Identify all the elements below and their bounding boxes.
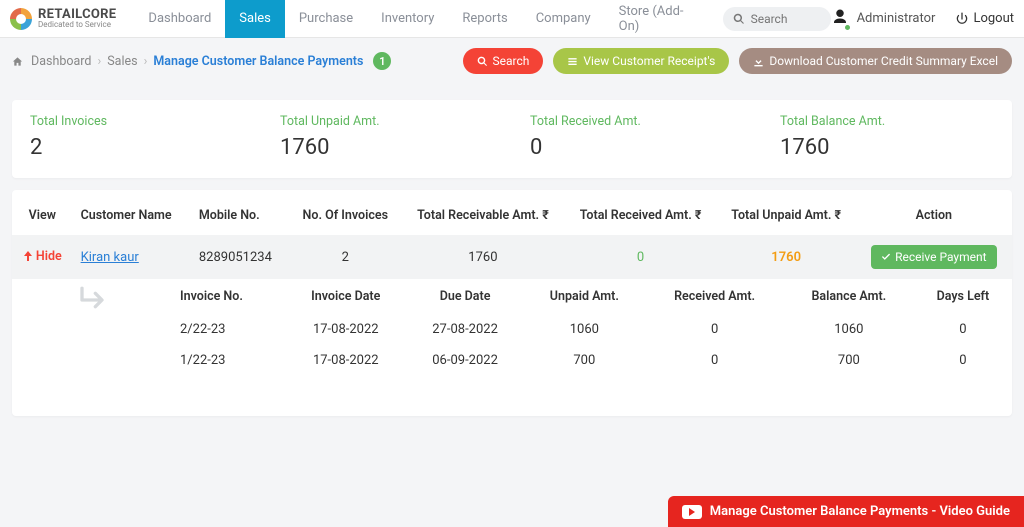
customer-table: View Customer Name Mobile No. No. Of Inv… — [12, 196, 1012, 376]
crumb-badge: 1 — [373, 52, 391, 70]
cell-invoices: 2 — [289, 235, 401, 279]
logo-icon — [10, 8, 32, 30]
view-receipts-button[interactable]: View Customer Receipt's — [553, 48, 729, 74]
main-nav: Dashboard Sales Purchase Inventory Repor… — [134, 0, 714, 38]
nav-inventory[interactable]: Inventory — [367, 0, 448, 38]
search-button[interactable]: Search — [463, 48, 544, 74]
summary-value: 1760 — [780, 135, 994, 160]
summary-label: Total Unpaid Amt. — [280, 114, 494, 129]
dcol-received: Received Amt. — [645, 279, 784, 314]
crumb-current: Manage Customer Balance Payments — [153, 54, 363, 69]
cell-unpaid: 1760 — [717, 235, 856, 279]
cell-receivable: 1760 — [401, 235, 564, 279]
dcol-unpaid: Unpaid Amt. — [523, 279, 645, 314]
crumb-sales[interactable]: Sales — [107, 54, 137, 69]
download-excel-button[interactable]: Download Customer Credit Summary Excel — [739, 48, 1012, 74]
home-icon — [12, 56, 23, 67]
video-guide-button[interactable]: Manage Customer Balance Payments - Video… — [668, 496, 1024, 527]
crumb-home[interactable]: Dashboard — [31, 54, 91, 69]
summary-label: Total Invoices — [30, 114, 244, 129]
user-icon — [831, 8, 849, 30]
power-icon — [955, 12, 969, 26]
check-icon — [881, 252, 891, 262]
dcol-duedate: Due Date — [407, 279, 524, 314]
cell-mobile: 8289051234 — [191, 235, 289, 279]
nav-company[interactable]: Company — [522, 0, 605, 38]
summary-label: Total Received Amt. — [530, 114, 744, 129]
col-customer: Customer Name — [73, 196, 191, 235]
summary-value: 2 — [30, 135, 244, 160]
brand-tagline: Dedicated to Service — [38, 21, 116, 29]
col-view: View — [12, 196, 73, 235]
dcol-daysleft: Days Left — [914, 279, 1012, 314]
global-search[interactable] — [723, 7, 831, 31]
search-icon — [733, 13, 745, 25]
summary-card: Total Invoices 2 Total Unpaid Amt. 1760 To… — [12, 100, 1012, 178]
summary-label: Total Balance Amt. — [780, 114, 994, 129]
logout-button[interactable]: Logout — [955, 11, 1014, 26]
col-receivable: Total Receivable Amt. ₹ — [401, 196, 564, 235]
col-unpaid: Total Unpaid Amt. ₹ — [717, 196, 856, 235]
nav-reports[interactable]: Reports — [448, 0, 521, 38]
account-name: Administrator — [857, 11, 936, 26]
brand-logo[interactable]: RETAILCORE Dedicated to Service — [10, 8, 116, 30]
customer-link[interactable]: Kiran kaur — [81, 250, 139, 265]
account-menu[interactable]: Administrator — [831, 8, 936, 30]
table-row: Hide Kiran kaur 8289051234 2 1760 0 1760… — [12, 235, 1012, 279]
receive-payment-button[interactable]: Receive Payment — [871, 245, 996, 269]
youtube-icon — [682, 505, 702, 519]
summary-value: 0 — [530, 135, 744, 160]
nav-sales[interactable]: Sales — [225, 0, 285, 38]
nav-dashboard[interactable]: Dashboard — [134, 0, 225, 38]
summary-value: 1760 — [280, 135, 494, 160]
crumb-action-row: Dashboard › Sales › Manage Customer Bala… — [0, 38, 1024, 84]
dcol-balance: Balance Amt. — [784, 279, 914, 314]
search-input[interactable] — [751, 12, 821, 26]
dcol-invoice: Invoice No. — [172, 279, 285, 314]
search-icon — [477, 56, 488, 67]
nav-purchase[interactable]: Purchase — [285, 0, 367, 38]
child-arrow-icon — [75, 285, 109, 315]
detail-row: Invoice No. Invoice Date Due Date Unpaid… — [12, 279, 1012, 376]
col-invoices: No. Of Invoices — [289, 196, 401, 235]
breadcrumb: Dashboard › Sales › Manage Customer Bala… — [12, 52, 391, 70]
balance-table-card: View Customer Name Mobile No. No. Of Inv… — [12, 190, 1012, 416]
top-bar: RETAILCORE Dedicated to Service Dashboar… — [0, 0, 1024, 38]
col-received: Total Received Amt. ₹ — [564, 196, 716, 235]
cell-received: 0 — [564, 235, 716, 279]
hide-toggle[interactable]: Hide — [23, 249, 62, 264]
invoice-detail-table: Invoice No. Invoice Date Due Date Unpaid… — [172, 279, 1012, 376]
col-mobile: Mobile No. — [191, 196, 289, 235]
dcol-invdate: Invoice Date — [285, 279, 407, 314]
invoice-row: 2/22-23 17-08-2022 27-08-2022 1060 0 106… — [172, 314, 1012, 345]
arrow-up-icon — [23, 251, 33, 261]
nav-store-addon[interactable]: Store (Add-On) — [605, 0, 715, 38]
invoice-row: 1/22-23 17-08-2022 06-09-2022 700 0 700 … — [172, 345, 1012, 376]
col-action: Action — [856, 196, 1012, 235]
list-icon — [567, 56, 578, 67]
download-icon — [753, 56, 764, 67]
